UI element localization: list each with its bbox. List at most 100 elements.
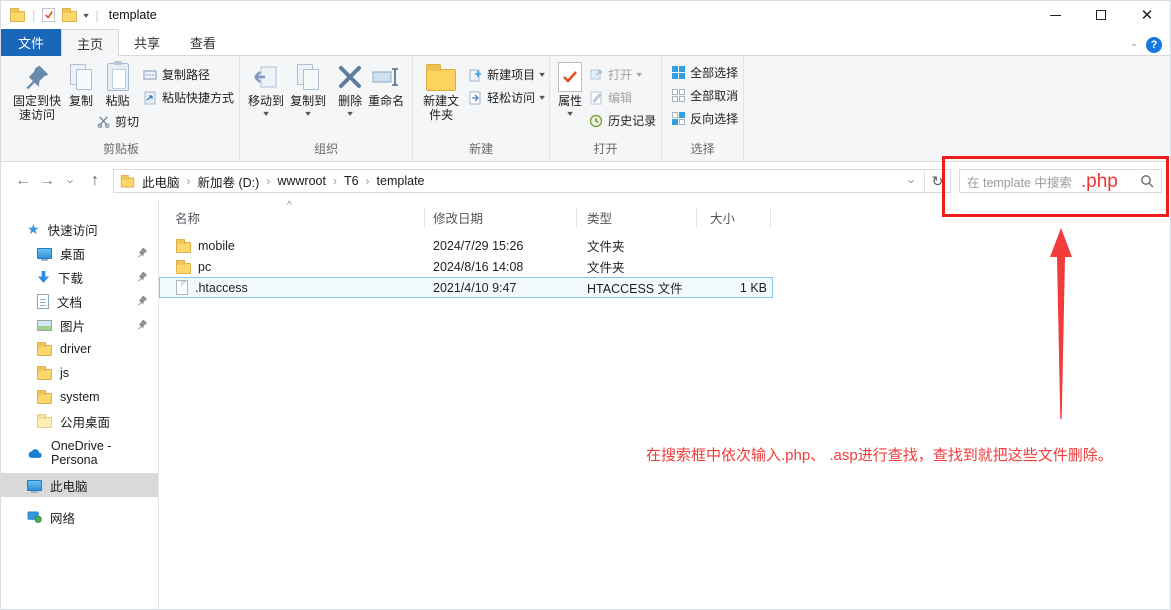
select-none-button[interactable]: 全部取消 bbox=[671, 87, 738, 104]
explorer-window: | ▾ | template ✕ 文件 主页 共享 查看 › ? bbox=[0, 0, 1171, 610]
qat-properties-icon[interactable] bbox=[42, 8, 55, 22]
paste-button[interactable]: 粘贴 bbox=[103, 59, 133, 110]
folder-icon bbox=[176, 263, 191, 274]
history-button[interactable]: 历史记录 bbox=[589, 112, 656, 129]
maximize-icon bbox=[1096, 10, 1106, 20]
new-folder-button[interactable]: 新建文件夹 bbox=[418, 59, 464, 124]
breadcrumb-item[interactable]: wwwroot bbox=[270, 174, 333, 188]
sidebar-item-onedrive[interactable]: OneDrive - Persona bbox=[1, 441, 158, 465]
search-icon[interactable] bbox=[1140, 174, 1154, 188]
tab-home[interactable]: 主页 bbox=[61, 29, 119, 56]
copy-path-button[interactable]: 复制路径 bbox=[143, 66, 234, 83]
invert-selection-button[interactable]: 反向选择 bbox=[671, 110, 738, 127]
pushpin-icon bbox=[24, 61, 50, 93]
dropdown-icon: ▾ bbox=[567, 109, 573, 118]
sidebar-item-js[interactable]: js bbox=[1, 361, 158, 385]
copy-button[interactable]: 复制 bbox=[66, 59, 96, 110]
file-row-mobile[interactable]: mobile 2024/7/29 15:26 文件夹 bbox=[159, 235, 773, 256]
invert-selection-icon bbox=[671, 112, 685, 126]
pin-to-quick-access-button[interactable]: 固定到快速访问 bbox=[8, 59, 66, 124]
dropdown-icon: ▾ bbox=[539, 93, 545, 102]
address-dropdown-icon[interactable]: › bbox=[900, 170, 924, 192]
sidebar-item-system[interactable]: system bbox=[1, 385, 158, 409]
column-header-date[interactable]: 修改日期 bbox=[425, 207, 577, 227]
select-none-icon bbox=[671, 89, 685, 103]
qat-dropdown-icon[interactable]: ▾ bbox=[84, 11, 90, 20]
close-button[interactable]: ✕ bbox=[1124, 1, 1170, 29]
new-folder-icon bbox=[426, 61, 456, 93]
address-folder-icon bbox=[121, 178, 135, 188]
sidebar-item-this-pc[interactable]: 此电脑 bbox=[1, 473, 158, 497]
select-all-icon bbox=[671, 66, 685, 80]
file-row-htaccess[interactable]: .htaccess 2021/4/10 9:47 HTACCESS 文件 1 K… bbox=[159, 277, 773, 298]
file-row-pc[interactable]: pc 2024/8/16 14:08 文件夹 bbox=[159, 256, 773, 277]
new-item-button[interactable]: 新建项目 ▾ bbox=[468, 66, 544, 83]
pictures-icon bbox=[37, 320, 52, 331]
open-button[interactable]: 打开 ▾ bbox=[589, 66, 656, 83]
delete-x-icon bbox=[338, 61, 362, 93]
maximize-button[interactable] bbox=[1078, 1, 1124, 29]
move-to-icon bbox=[253, 61, 279, 93]
breadcrumb-item[interactable]: 此电脑 bbox=[135, 172, 187, 191]
dropdown-icon: ▾ bbox=[305, 109, 311, 118]
paste-shortcut-button[interactable]: 粘贴快捷方式 bbox=[143, 89, 234, 106]
select-all-button[interactable]: 全部选择 bbox=[671, 64, 738, 81]
sidebar-item-quick-access[interactable]: ★ 快速访问 bbox=[1, 217, 158, 241]
pinned-icon bbox=[137, 271, 148, 282]
copy-to-button[interactable]: 复制到 ▾ bbox=[287, 59, 329, 120]
cut-button[interactable]: 剪切 bbox=[96, 113, 139, 130]
search-placeholder: 在 template 中搜索 bbox=[967, 172, 1072, 191]
ribbon-group-new: 新建文件夹 新建项目 ▾ 轻松访问 ▾ bbox=[413, 56, 550, 161]
sidebar-item-desktop[interactable]: 桌面 bbox=[1, 241, 158, 265]
collapse-ribbon-icon[interactable]: › bbox=[1128, 43, 1140, 47]
edit-button[interactable]: 编辑 bbox=[589, 89, 656, 106]
delete-button[interactable]: 删除 ▾ bbox=[335, 59, 365, 120]
folder-icon bbox=[37, 345, 52, 356]
documents-icon bbox=[37, 294, 49, 309]
rename-button[interactable]: 重命名 bbox=[365, 59, 407, 110]
sidebar-item-pictures[interactable]: 图片 bbox=[1, 313, 158, 337]
onedrive-cloud-icon bbox=[27, 448, 43, 459]
minimize-button[interactable] bbox=[1032, 1, 1078, 29]
downloads-icon bbox=[37, 270, 50, 284]
tab-share[interactable]: 共享 bbox=[119, 29, 175, 56]
sidebar-item-documents[interactable]: 文档 bbox=[1, 289, 158, 313]
move-to-button[interactable]: 移动到 ▾ bbox=[245, 59, 287, 120]
tab-view[interactable]: 查看 bbox=[175, 29, 231, 56]
close-icon: ✕ bbox=[1141, 8, 1154, 23]
refresh-icon[interactable]: ↻ bbox=[924, 170, 950, 192]
properties-button[interactable]: 属性 ▾ bbox=[555, 59, 585, 120]
sidebar-item-network[interactable]: 网络 bbox=[1, 505, 158, 529]
recent-locations-icon[interactable]: › bbox=[59, 169, 83, 193]
address-bar[interactable]: 此电脑› 新加卷 (D:)› wwwroot› T6› template › ↻ bbox=[113, 169, 951, 193]
dropdown-icon: ▾ bbox=[347, 109, 353, 118]
ribbon-group-select: 全部选择 全部取消 反向选择 选择 bbox=[662, 56, 744, 161]
breadcrumb-item[interactable]: template bbox=[370, 174, 432, 188]
tab-file[interactable]: 文件 bbox=[1, 29, 61, 56]
copy-to-icon bbox=[297, 61, 319, 93]
dropdown-icon: ▾ bbox=[539, 70, 545, 79]
column-header-name[interactable]: 名称 bbox=[159, 207, 425, 227]
easy-access-button[interactable]: 轻松访问 ▾ bbox=[468, 89, 544, 106]
search-input[interactable]: 在 template 中搜索 .php bbox=[959, 169, 1162, 193]
back-button[interactable]: ← bbox=[11, 169, 35, 193]
ribbon-group-open: 属性 ▾ 打开 ▾ 编辑 bbox=[550, 56, 662, 161]
copy-icon bbox=[70, 61, 92, 93]
qat-separator: | bbox=[95, 8, 98, 23]
ribbon-group-clipboard: 固定到快速访问 复制 粘贴 剪切 bbox=[3, 56, 240, 161]
up-button[interactable]: ↑ bbox=[83, 169, 107, 193]
sidebar-item-driver[interactable]: driver bbox=[1, 337, 158, 361]
breadcrumb-item[interactable]: 新加卷 (D:) bbox=[191, 172, 267, 191]
column-header-size[interactable]: 大小 bbox=[697, 207, 771, 227]
pinned-icon bbox=[137, 247, 148, 258]
sidebar-item-downloads[interactable]: 下载 bbox=[1, 265, 158, 289]
desktop-icon bbox=[37, 248, 52, 259]
network-icon bbox=[27, 511, 42, 523]
qat-separator: | bbox=[32, 8, 35, 23]
forward-button[interactable]: → bbox=[35, 169, 59, 193]
breadcrumb-item[interactable]: T6 bbox=[337, 174, 366, 188]
column-header-type[interactable]: 类型 bbox=[577, 207, 697, 227]
qat-new-folder-icon[interactable] bbox=[62, 11, 77, 22]
sidebar-item-public-desktop[interactable]: 公用桌面 bbox=[1, 409, 158, 433]
help-icon[interactable]: ? bbox=[1146, 37, 1162, 53]
